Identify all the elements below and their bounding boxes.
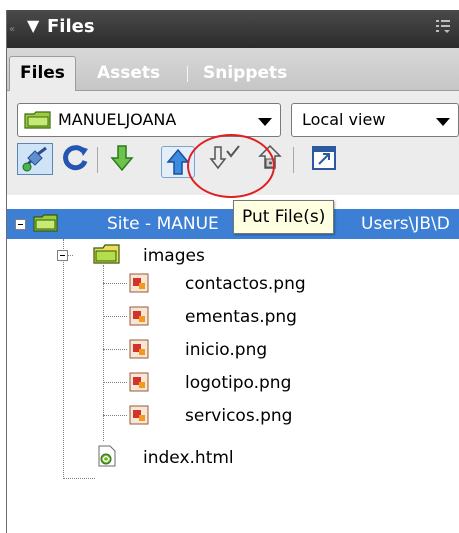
view-select[interactable]: Local view: [291, 103, 459, 137]
png-file-icon: [129, 339, 149, 359]
site-select[interactable]: MANUELJOANA: [17, 103, 281, 137]
site-label: Site - MANUE: [107, 214, 219, 234]
panel-tabs: Files Assets Snippets: [7, 48, 459, 91]
tree-connector: [63, 239, 64, 479]
view-select-value: Local view: [302, 110, 386, 129]
tree-connector: [103, 316, 127, 317]
tab-divider: [187, 66, 188, 82]
get-files-button[interactable]: [105, 143, 141, 175]
site-folder-icon: [33, 214, 58, 232]
file-label: logotipo.png: [185, 373, 292, 393]
png-file-icon: [129, 306, 149, 326]
connect-button[interactable]: [17, 143, 53, 175]
png-file-icon: [129, 372, 149, 392]
folder-label: images: [143, 246, 205, 266]
file-label: inicio.png: [185, 340, 268, 360]
tab-assets[interactable]: Assets: [87, 57, 170, 89]
chevron-down-icon: [258, 118, 272, 126]
chevron-down-icon: [436, 118, 450, 126]
tree-connector: [103, 415, 127, 416]
file-tree: Site - MANUE Users\JB\D images contactos…: [7, 195, 459, 533]
plug-icon: [22, 146, 47, 172]
panel-title: Files: [47, 16, 95, 37]
highlight-circle: [187, 134, 275, 198]
collapse-toggle-site[interactable]: [15, 219, 26, 230]
site-path-label: Users\JB\D: [361, 214, 450, 234]
collapse-arrow-icon[interactable]: ▼: [27, 16, 39, 35]
grip-icon[interactable]: «: [9, 24, 15, 35]
expand-window-icon: [312, 146, 336, 170]
folder-icon: [93, 244, 120, 264]
tree-connector: [103, 349, 127, 350]
html-file-icon: [98, 445, 116, 467]
expand-panel-button[interactable]: [307, 143, 343, 175]
tree-connector: [63, 478, 95, 479]
file-label: servicos.png: [185, 406, 293, 426]
site-folder-icon: [24, 111, 51, 129]
files-panel: « ▼ Files Files Assets Snippets MANUELJO…: [6, 10, 459, 533]
file-label: ementas.png: [185, 307, 297, 327]
tab-files[interactable]: Files: [9, 56, 76, 91]
file-label: index.html: [143, 448, 234, 468]
panel-titlebar[interactable]: « ▼ Files: [7, 10, 459, 48]
toolbar-divider: [293, 147, 294, 173]
tab-snippets[interactable]: Snippets: [193, 57, 297, 89]
tree-connector: [103, 283, 127, 284]
png-file-icon: [129, 405, 149, 425]
refresh-icon: [63, 145, 88, 171]
refresh-button[interactable]: [59, 143, 95, 175]
site-select-value: MANUELJOANA: [58, 110, 177, 129]
png-file-icon: [129, 273, 149, 293]
file-label: contactos.png: [185, 274, 306, 294]
get-arrow-down-icon: [110, 145, 134, 172]
toolbar-divider: [97, 147, 98, 173]
collapse-toggle-images[interactable]: [57, 250, 68, 261]
put-files-tooltip: Put File(s): [233, 200, 335, 234]
tree-connector: [103, 382, 127, 383]
panel-menu-icon[interactable]: [434, 17, 452, 35]
